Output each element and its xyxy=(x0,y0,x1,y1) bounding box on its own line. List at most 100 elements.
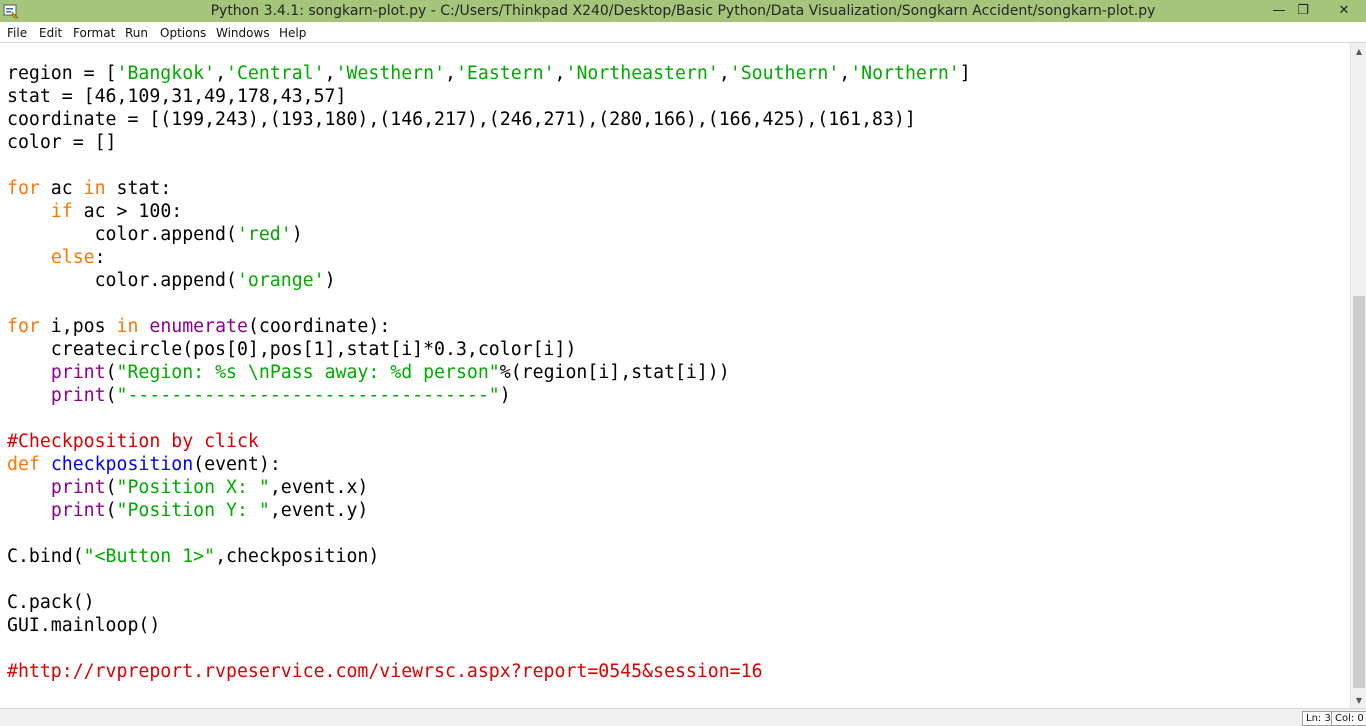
code-token: , xyxy=(215,63,227,84)
code-line[interactable] xyxy=(7,407,1347,430)
code-token: ,event.y) xyxy=(269,500,369,521)
code-line[interactable]: createcircle(pos[0],pos[1],stat[i]*0.3,c… xyxy=(7,338,1347,361)
code-token: coordinate = [(199,243),(193,180),(146,2… xyxy=(7,109,916,130)
code-token: ac xyxy=(39,178,84,199)
code-line[interactable]: else: xyxy=(7,246,1347,269)
code-line[interactable]: C.pack() xyxy=(7,591,1347,614)
code-token: #http://rvpreport.rvpeservice.com/viewrs… xyxy=(7,661,763,682)
restore-button[interactable]: ❐ xyxy=(1290,0,1316,20)
menu-bar: File Edit Format Run Options Windows Hel… xyxy=(0,22,1366,43)
code-token: %(region[i],stat[i])) xyxy=(499,362,730,383)
code-token: ) xyxy=(499,385,511,406)
code-token: ) xyxy=(324,270,336,291)
scroll-thumb[interactable] xyxy=(1353,296,1365,688)
code-token: 'red' xyxy=(236,224,292,245)
code-token: print xyxy=(50,477,106,498)
code-token: 'Central' xyxy=(226,63,325,84)
code-token: print xyxy=(50,500,106,521)
code-line[interactable]: print("Position Y: ",event.y) xyxy=(7,499,1347,522)
code-token: i,pos xyxy=(39,316,117,337)
code-token: ( xyxy=(105,385,117,406)
code-editor[interactable]: region = ['Bangkok','Central','Westhern'… xyxy=(0,43,1350,708)
code-token: stat: xyxy=(105,178,172,199)
minimize-icon: — xyxy=(1272,2,1286,18)
code-token: if xyxy=(50,201,73,222)
code-line[interactable]: #http://rvpreport.rvpeservice.com/viewrs… xyxy=(7,660,1347,683)
code-token: "Position X: " xyxy=(116,477,270,498)
minimize-button[interactable]: — xyxy=(1266,0,1292,20)
close-button[interactable]: ✕ xyxy=(1324,0,1364,20)
scroll-down-arrow-icon[interactable]: ▼ xyxy=(1351,692,1366,708)
status-bar: Ln: 3 Col: 0 xyxy=(0,708,1366,726)
code-line[interactable]: print("Position X: ",event.x) xyxy=(7,476,1347,499)
code-line[interactable]: print("---------------------------------… xyxy=(7,384,1347,407)
code-token: color.append( xyxy=(7,270,237,291)
code-line[interactable] xyxy=(7,292,1347,315)
menu-run[interactable]: Run xyxy=(125,25,148,41)
code-token: ,event.x) xyxy=(269,477,369,498)
menu-file[interactable]: File xyxy=(7,25,27,41)
close-icon: ✕ xyxy=(1338,2,1350,18)
code-token: in xyxy=(83,178,106,199)
code-token: (event): xyxy=(193,454,281,475)
code-line[interactable]: region = ['Bangkok','Central','Westhern'… xyxy=(7,62,1347,85)
menu-help[interactable]: Help xyxy=(279,25,306,41)
code-token: ac > 100: xyxy=(72,201,183,222)
code-line[interactable]: color = [] xyxy=(7,131,1347,154)
menu-windows[interactable]: Windows xyxy=(216,25,270,41)
code-line[interactable]: stat = [46,109,31,49,178,43,57] xyxy=(7,85,1347,108)
code-token: , xyxy=(839,63,851,84)
menu-options[interactable]: Options xyxy=(160,25,206,41)
code-token: "Position Y: " xyxy=(116,500,270,521)
code-line[interactable]: def checkposition(event): xyxy=(7,453,1347,476)
code-token: "<Button 1>" xyxy=(83,546,216,567)
code-token: ,checkposition) xyxy=(215,546,380,567)
code-line[interactable]: color.append('red') xyxy=(7,223,1347,246)
code-token: ( xyxy=(105,362,117,383)
code-token: #Checkposition by click xyxy=(7,431,259,452)
line-number-status: Ln: 3 xyxy=(1302,711,1335,726)
code-token: for xyxy=(7,316,40,337)
code-line[interactable]: C.bind("<Button 1>",checkposition) xyxy=(7,545,1347,568)
window-title: Python 3.4.1: songkarn-plot.py - C:/User… xyxy=(210,3,1156,19)
code-token: enumerate xyxy=(149,316,248,337)
menu-format[interactable]: Format xyxy=(73,25,115,41)
code-token: , xyxy=(324,63,336,84)
code-token: C.bind( xyxy=(7,546,84,567)
code-token: color.append( xyxy=(7,224,237,245)
code-token: 'Northeastern' xyxy=(565,63,719,84)
code-line[interactable]: #Checkposition by click xyxy=(7,430,1347,453)
code-line[interactable] xyxy=(7,568,1347,591)
menu-edit[interactable]: Edit xyxy=(39,25,62,41)
code-line[interactable] xyxy=(7,522,1347,545)
code-line[interactable]: coordinate = [(199,243),(193,180),(146,2… xyxy=(7,108,1347,131)
vertical-scrollbar[interactable]: ▲ ▼ xyxy=(1350,43,1366,708)
code-line[interactable]: GUI.mainloop() xyxy=(7,614,1347,637)
code-line[interactable]: if ac > 100: xyxy=(7,200,1347,223)
code-text[interactable]: region = ['Bangkok','Central','Westhern'… xyxy=(7,62,1347,683)
code-token: : xyxy=(94,247,106,268)
code-token: print xyxy=(50,362,106,383)
code-token: 'orange' xyxy=(236,270,325,291)
code-token: print xyxy=(50,385,106,406)
code-token: 'Westhern' xyxy=(335,63,446,84)
code-line[interactable]: color.append('orange') xyxy=(7,269,1347,292)
code-token: else xyxy=(50,247,95,268)
code-token: GUI.mainloop() xyxy=(7,615,161,636)
scroll-up-arrow-icon[interactable]: ▲ xyxy=(1351,43,1366,59)
code-token: ( xyxy=(105,477,117,498)
code-line[interactable] xyxy=(7,637,1347,660)
code-token: 'Northern' xyxy=(850,63,960,84)
code-token: stat = [46,109,31,49,178,43,57] xyxy=(7,86,347,107)
code-line[interactable]: for i,pos in enumerate(coordinate): xyxy=(7,315,1347,338)
code-line[interactable]: for ac in stat: xyxy=(7,177,1347,200)
code-line[interactable] xyxy=(7,154,1347,177)
code-token: "Region: %s \nPass away: %d person" xyxy=(116,362,500,383)
code-line[interactable]: print("Region: %s \nPass away: %d person… xyxy=(7,361,1347,384)
